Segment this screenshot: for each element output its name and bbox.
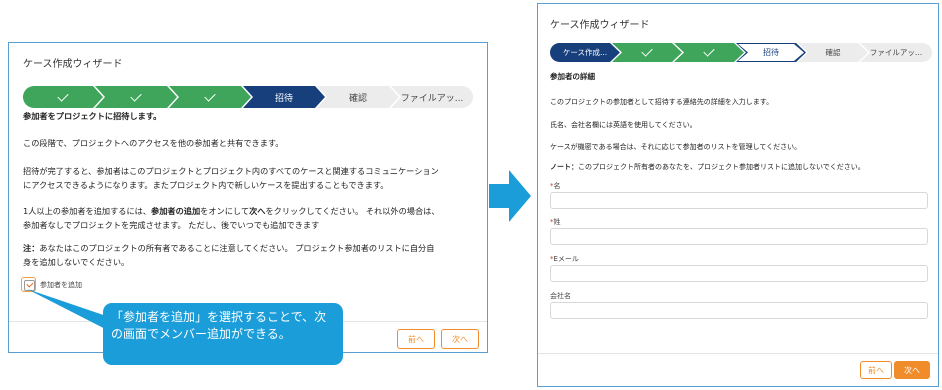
paragraph-3b: 参加者なしでプロジェクトを完成させます。 ただし、後でいつでも追加できます bbox=[23, 220, 320, 230]
wizard-panel-details: ケース作成ウィザード ケース作成... 招待 確認 ファイルアッ... 参加者の… bbox=[537, 3, 939, 387]
check-icon bbox=[130, 90, 141, 101]
company-label: 会社名 bbox=[550, 292, 571, 300]
step-1-done[interactable] bbox=[23, 86, 103, 108]
wizard-title: ケース作成ウィザード bbox=[550, 20, 650, 31]
paragraph-2: 氏名、会社名欄には英語を使用してください。 bbox=[550, 121, 697, 129]
callout-note: 「参加者を追加」を選択することで、次の画面でメンバー追加ができる。 bbox=[103, 303, 343, 365]
footer-divider bbox=[538, 353, 938, 354]
progress-path: ケース作成... 招待 確認 ファイルアッ... bbox=[550, 43, 932, 62]
step-invite[interactable]: 招待 bbox=[736, 43, 806, 62]
invite-heading: 参加者をプロジェクトに招待します。 bbox=[23, 111, 162, 121]
check-icon bbox=[204, 90, 215, 101]
next-button[interactable]: 次へ bbox=[894, 361, 930, 379]
paragraph-1: このプロジェクトの参加者として招待する連絡先の詳細を入力します。 bbox=[550, 98, 774, 106]
check-icon bbox=[703, 45, 714, 56]
email-label: *Eメール bbox=[550, 255, 579, 263]
arrow-right-icon bbox=[489, 170, 531, 222]
last-name-field[interactable] bbox=[550, 228, 928, 245]
last-name-label: *姓 bbox=[550, 218, 561, 226]
next-button[interactable]: 次へ bbox=[441, 329, 479, 349]
progress-path: 招待 確認 ファイルアッ... bbox=[23, 86, 473, 108]
paragraph-1: この段階で、プロジェクトへのアクセスを他の参加者と共有できます。 bbox=[23, 138, 284, 148]
paragraph-3a: 1人以上の参加者を追加するには、参加者の追加をオンにして次へをクリックしてくださ… bbox=[23, 206, 440, 216]
step-2-done[interactable] bbox=[612, 43, 682, 62]
step-2-done[interactable] bbox=[95, 86, 177, 108]
section-heading: 参加者の詳細 bbox=[550, 72, 595, 81]
note: ノート：このプロジェクト所有者のあなたを、プロジェクト参加者リストに追加しないで… bbox=[550, 163, 865, 171]
step-invite[interactable]: 招待 bbox=[243, 86, 325, 108]
step-confirm[interactable]: 確認 bbox=[317, 86, 399, 108]
note-a: 注：あなたはこのプロジェクトの所有者であることに注意してください。 プロジェクト… bbox=[23, 243, 435, 253]
paragraph-2a: 招待が完了すると、参加者はこのプロジェクトとプロジェクト内のすべてのケースと関連… bbox=[23, 166, 439, 176]
step-confirm[interactable]: 確認 bbox=[798, 43, 868, 62]
paragraph-2b: にアクセスできるようになります。またプロジェクト内で新しいケースを提出することも… bbox=[23, 180, 389, 190]
company-field[interactable] bbox=[550, 302, 928, 319]
check-icon bbox=[57, 90, 68, 101]
step-case-create[interactable]: ケース作成... bbox=[550, 43, 620, 62]
note-b: 身を追加しないでください。 bbox=[23, 257, 130, 267]
step-file-upload[interactable]: ファイルアッ... bbox=[860, 43, 932, 62]
email-field[interactable] bbox=[550, 265, 928, 282]
paragraph-3: ケースが機密である場合は、それに応じて参加者のリストを管理してください。 bbox=[550, 143, 802, 151]
check-icon bbox=[641, 45, 652, 56]
step-file-upload[interactable]: ファイルアッ... bbox=[391, 86, 473, 108]
step-3-done[interactable] bbox=[674, 43, 744, 62]
prev-button[interactable]: 前へ bbox=[860, 361, 892, 379]
first-name-label: *名 bbox=[550, 182, 561, 190]
step-3-done[interactable] bbox=[169, 86, 251, 108]
first-name-field[interactable] bbox=[550, 192, 928, 209]
prev-button[interactable]: 前へ bbox=[397, 329, 435, 349]
wizard-title: ケース作成ウィザード bbox=[23, 59, 123, 70]
